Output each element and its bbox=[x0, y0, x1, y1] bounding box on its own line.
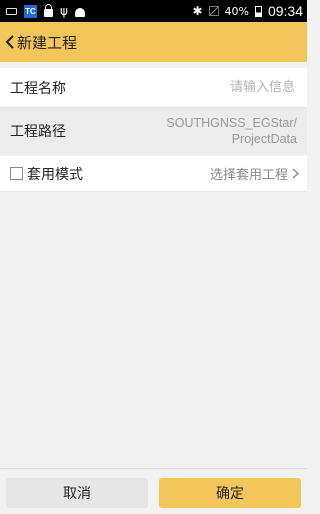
project-name-input[interactable] bbox=[143, 79, 297, 96]
battery-icon bbox=[254, 5, 262, 17]
status-icons-right: ✱ 40% 09:34 bbox=[192, 3, 303, 19]
bluetooth-icon: ✱ bbox=[192, 4, 203, 18]
back-arrow-icon[interactable] bbox=[4, 32, 16, 52]
tc-app-icon: TC bbox=[24, 4, 37, 18]
project-name-label: 工程名称 bbox=[10, 80, 66, 97]
project-name-row: 工程名称 bbox=[0, 68, 307, 108]
keyboard-icon bbox=[6, 7, 17, 15]
chevron-right-icon bbox=[292, 168, 299, 179]
footer-bar: 取消 确定 bbox=[0, 468, 307, 514]
lock-icon bbox=[44, 4, 53, 17]
usb-icon: ψ bbox=[60, 4, 68, 18]
status-bar: TC ψ ✱ 40% 09:34 bbox=[0, 0, 307, 22]
title-bar: 新建工程 bbox=[0, 22, 307, 62]
project-path-value: SOUTHGNSS_EGStar/ ProjectData bbox=[166, 115, 297, 147]
template-mode-checkbox[interactable] bbox=[10, 167, 23, 180]
battery-percent: 40% bbox=[224, 4, 249, 18]
project-path-row: 工程路径 SOUTHGNSS_EGStar/ ProjectData bbox=[0, 108, 307, 154]
project-path-line-2: ProjectData bbox=[231, 132, 297, 146]
cancel-button[interactable]: 取消 bbox=[6, 478, 148, 508]
android-icon bbox=[74, 7, 85, 17]
status-icons-left: TC ψ bbox=[6, 4, 85, 18]
project-form: 工程名称 工程路径 SOUTHGNSS_EGStar/ ProjectData … bbox=[0, 68, 307, 192]
page-title: 新建工程 bbox=[17, 33, 78, 52]
template-mode-row: 套用模式 选择套用工程 bbox=[0, 156, 307, 192]
confirm-button[interactable]: 确定 bbox=[159, 478, 301, 508]
project-path-label: 工程路径 bbox=[10, 124, 66, 140]
no-signal-icon bbox=[208, 6, 219, 16]
template-mode-label: 套用模式 bbox=[27, 166, 83, 183]
clock: 09:34 bbox=[267, 3, 303, 19]
select-template-project-button[interactable]: 选择套用工程 bbox=[210, 164, 299, 183]
select-template-project-label: 选择套用工程 bbox=[209, 168, 288, 183]
screen: TC ψ ✱ 40% 09:34 新建工程 工程名称 工程路径 bbox=[0, 0, 307, 514]
project-path-line-1: SOUTHGNSS_EGStar/ bbox=[166, 116, 297, 130]
